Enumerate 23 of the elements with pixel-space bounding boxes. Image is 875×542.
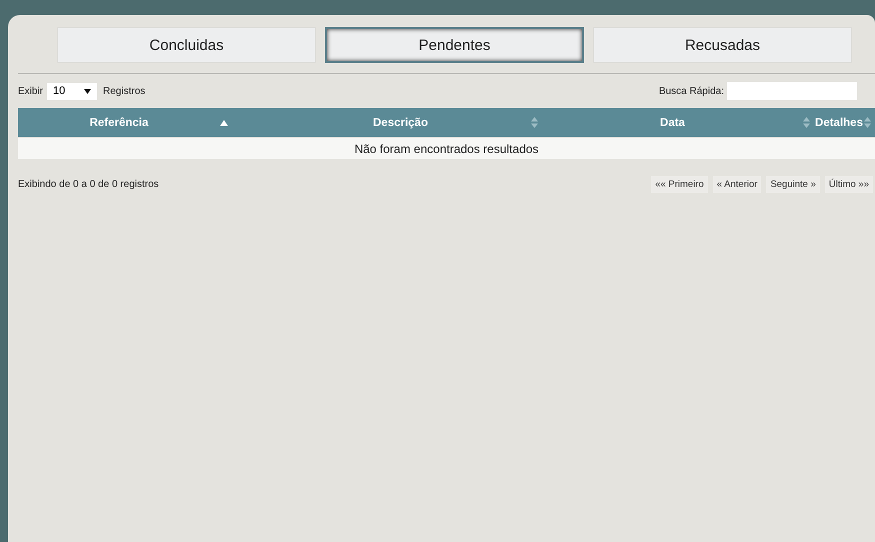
dropdown-caret-icon [84, 88, 92, 94]
page-length-select[interactable]: 10 [47, 82, 98, 100]
tab[interactable]: Recusadas [593, 27, 852, 63]
pagination-button[interactable]: « Anterior [712, 176, 762, 193]
length-label: Registros [103, 86, 146, 96]
search-field[interactable] [727, 82, 857, 100]
pagination-button[interactable]: Último »» [824, 176, 873, 193]
tab[interactable]: Concluidas [57, 27, 316, 63]
table-info: Exibindo de 0 a 0 de 0 registros [18, 179, 159, 190]
pagination-button[interactable]: Seguinte » [766, 176, 820, 193]
sort-icon[interactable] [531, 117, 538, 128]
column-header[interactable]: Detalhes [814, 116, 864, 128]
tab[interactable]: Pendentes [325, 27, 584, 63]
pagination-button[interactable]: «« Primeiro [651, 176, 708, 193]
column-header[interactable]: Descrição [270, 116, 531, 128]
sort-icon[interactable] [803, 117, 810, 128]
sort-icon[interactable] [864, 117, 871, 128]
length-label: Exibir [18, 86, 44, 96]
column-header[interactable]: Referência [18, 116, 220, 128]
empty-table-message: Não foram encontrados resultados [18, 138, 875, 159]
column-header[interactable]: Data [542, 116, 803, 128]
search-label: Busca Rápida: [658, 86, 724, 96]
sort-ascending-icon[interactable] [220, 120, 228, 126]
